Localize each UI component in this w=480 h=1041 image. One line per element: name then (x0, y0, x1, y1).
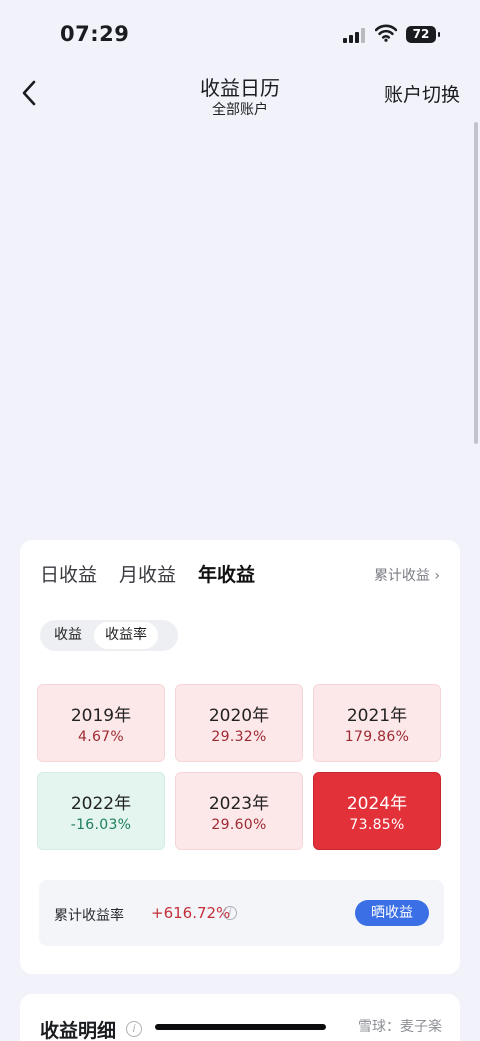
cumulative-rate-label: 累计收益率 (54, 908, 124, 924)
battery-icon: 72 (406, 26, 440, 43)
yearly-grid: 2019年 4.67% 2020年 29.32% 2021年 179.86% 2… (37, 684, 441, 850)
year-return: 179.86% (344, 729, 410, 745)
cumulative-returns-link[interactable]: 累计收益 › (374, 565, 440, 585)
year-cell-2021[interactable]: 2021年 179.86% (313, 684, 441, 762)
year-label: 2019年 (70, 706, 132, 726)
year-label: 2020年 (208, 706, 270, 726)
returns-detail-card: 收益明细 i 雪球：麦子楽 (20, 994, 460, 1041)
watermark: 雪球：麦子楽 (358, 1019, 442, 1035)
year-label: 2022年 (70, 794, 132, 814)
year-return: 29.60% (211, 817, 267, 833)
year-cell-2023[interactable]: 2023年 29.60% (175, 772, 303, 850)
share-returns-button[interactable]: 晒收益 (355, 900, 429, 926)
year-return: -16.03% (70, 817, 132, 833)
detail-title: 收益明细 (40, 1020, 117, 1041)
cumulative-summary: 累计收益率 +616.72% i 晒收益 (39, 880, 444, 946)
year-return: 4.67% (78, 729, 124, 745)
status-bar: 07:29 72 (0, 0, 480, 60)
year-cell-2019[interactable]: 2019年 4.67% (37, 684, 165, 762)
year-cell-2022[interactable]: 2022年 -16.03% (37, 772, 165, 850)
cellular-signal-icon (343, 28, 369, 43)
cumulative-rate-value: +616.72% (151, 904, 231, 922)
amount-rate-toggle: 收益 收益率 (40, 620, 178, 651)
year-label: 2024年 (346, 794, 408, 814)
returns-tabs: 日收益 月收益 年收益 (40, 560, 255, 587)
year-cell-2024[interactable]: 2024年 73.85% (313, 772, 441, 850)
tab-daily[interactable]: 日收益 (40, 560, 97, 587)
account-switch-button[interactable]: 账户切换 (384, 80, 460, 107)
segment-amount[interactable]: 收益 (42, 622, 94, 649)
info-icon[interactable]: i (223, 906, 237, 920)
year-label: 2021年 (346, 706, 408, 726)
status-time: 07:29 (60, 22, 130, 46)
year-label: 2023年 (208, 794, 270, 814)
year-return: 73.85% (349, 817, 405, 833)
segment-rate[interactable]: 收益率 (94, 622, 158, 649)
info-icon[interactable]: i (126, 1021, 142, 1037)
returns-card: 日收益 月收益 年收益 累计收益 › 收益 收益率 2019年 4.67% 20… (20, 540, 460, 974)
tab-monthly[interactable]: 月收益 (119, 560, 176, 587)
year-return: 29.32% (211, 729, 267, 745)
wifi-icon (375, 24, 397, 42)
scrollbar[interactable] (474, 122, 478, 444)
year-cell-2020[interactable]: 2020年 29.32% (175, 684, 303, 762)
tab-yearly[interactable]: 年收益 (198, 560, 255, 587)
navigation-bar: 收益日历 全部账户 账户切换 (0, 66, 480, 122)
home-indicator[interactable] (155, 1024, 326, 1030)
